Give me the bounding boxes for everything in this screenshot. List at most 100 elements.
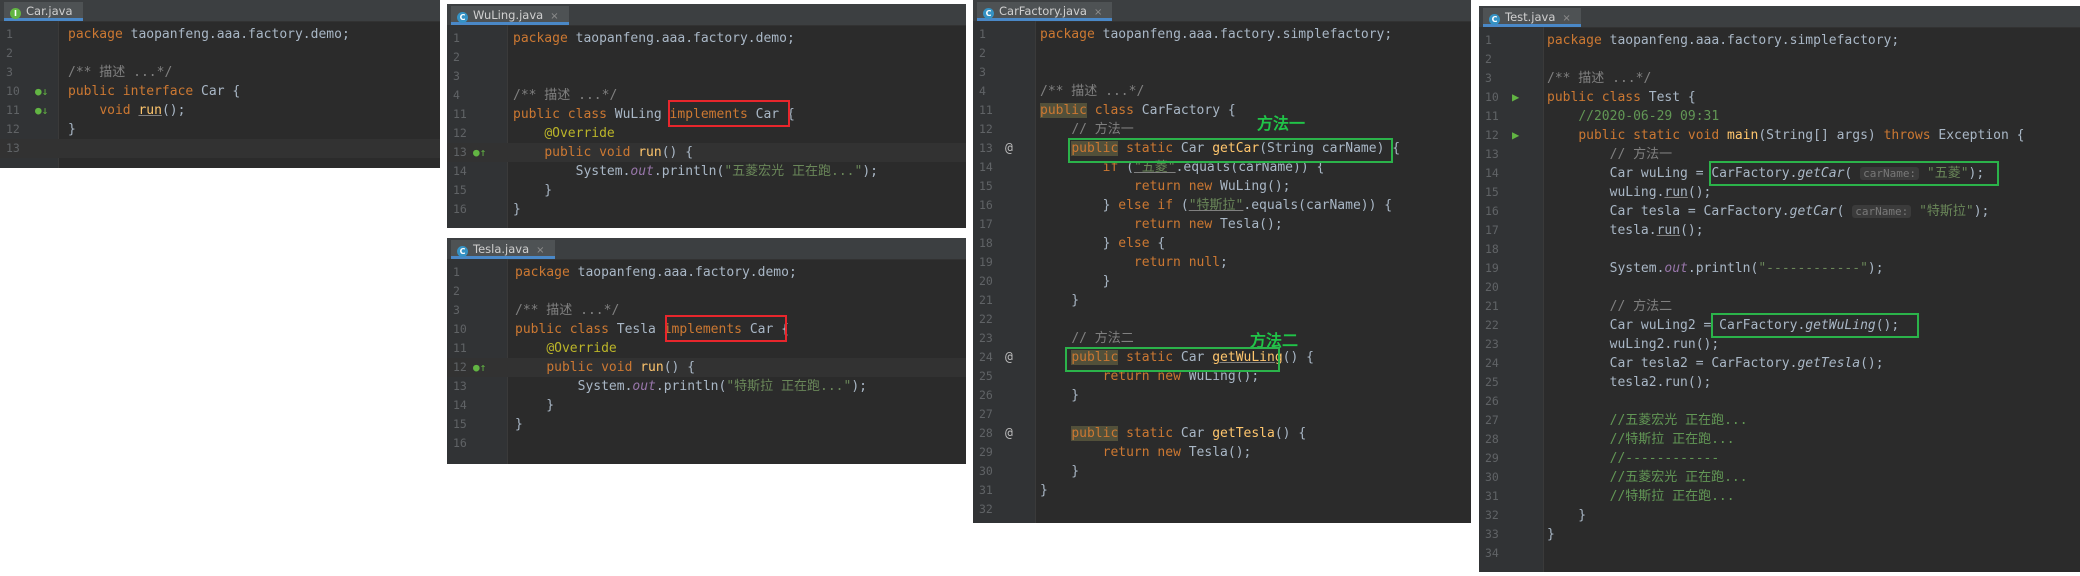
code-text[interactable]: // 方法二 <box>1547 297 1672 316</box>
code-line[interactable]: 1 package taopanfeng.aaa.factory.simplefa… <box>973 25 1471 44</box>
code-text[interactable]: public class Test { <box>1547 88 1696 107</box>
code-text[interactable]: package taopanfeng.aaa.factory.simplefac… <box>1547 31 1899 50</box>
code-line[interactable]: 15 return new WuLing(); <box>973 177 1471 196</box>
tab-test-java[interactable]: C Test.java × <box>1483 8 1581 27</box>
code-text[interactable]: // 方法一 <box>1040 120 1133 139</box>
code-text[interactable]: } <box>1040 291 1079 310</box>
code-text[interactable]: } <box>515 396 554 415</box>
code-text[interactable]: } <box>1040 386 1079 405</box>
code-line[interactable]: 12 public void run() { <box>447 358 966 377</box>
code-text[interactable]: // 方法一 <box>1547 145 1672 164</box>
code-line[interactable]: 11 void run(); <box>0 101 440 120</box>
code-text[interactable]: public static Car getCar(String carName)… <box>1040 139 1400 158</box>
code-text[interactable]: System.out.println("特斯拉 正在跑..."); <box>515 377 867 396</box>
code-text[interactable]: } <box>1547 525 1555 544</box>
code-line[interactable]: 1 package taopanfeng.aaa.factory.demo; <box>447 29 966 48</box>
code-line[interactable]: 25 tesla2.run(); <box>1479 373 2080 392</box>
code-line[interactable]: 12 @Override <box>447 124 966 143</box>
code-text[interactable]: Car wuLing2 = CarFactory.getWuLing(); <box>1547 316 1900 335</box>
code-text[interactable]: public class CarFactory { <box>1040 101 1236 120</box>
code-text[interactable]: public void run() { <box>513 143 693 162</box>
code-line[interactable]: 13 <box>0 139 440 158</box>
code-text[interactable]: return new Tesla(); <box>1040 215 1283 234</box>
code-line[interactable]: 1 package taopanfeng.aaa.factory.demo; <box>0 25 440 44</box>
code-line[interactable]: 26 } <box>973 386 1471 405</box>
code-line[interactable]: 10 public class Test { <box>1479 88 2080 107</box>
code-line[interactable]: 14 Car wuLing = CarFactory.getCar( carNa… <box>1479 164 2080 183</box>
code-line[interactable]: 2 <box>0 44 440 63</box>
code-text[interactable]: /** 描述 ...*/ <box>513 86 617 105</box>
code-line[interactable]: 29 //------------ <box>1479 449 2080 468</box>
code-line[interactable]: 11 public class CarFactory { <box>973 101 1471 120</box>
code-line[interactable]: 2 <box>447 48 966 67</box>
code-text[interactable]: //------------ <box>1547 449 1720 468</box>
code-text[interactable]: } <box>1040 481 1048 500</box>
code-text[interactable]: //五菱宏光 正在跑... <box>1547 411 1748 430</box>
code-text[interactable]: public class Tesla implements Car { <box>515 320 789 339</box>
code-line[interactable]: 18 <box>1479 240 2080 259</box>
code-line[interactable]: 14 System.out.println("五菱宏光 正在跑..."); <box>447 162 966 181</box>
code-line[interactable]: 27 <box>973 405 1471 424</box>
code-text[interactable]: } <box>513 200 521 219</box>
code-text[interactable]: return null; <box>1040 253 1228 272</box>
code-line[interactable]: 22 Car wuLing2 = CarFactory.getWuLing(); <box>1479 316 2080 335</box>
code-text[interactable]: void run(); <box>68 101 185 120</box>
code-line[interactable]: 3 /** 描述 ...*/ <box>447 301 966 320</box>
code-line[interactable]: 20 } <box>973 272 1471 291</box>
implemented-icon[interactable]: ●↓ <box>35 82 48 101</box>
code-line[interactable]: 3 /** 描述 ...*/ <box>0 63 440 82</box>
code-text[interactable]: Car tesla2 = CarFactory.getTesla(); <box>1547 354 1884 373</box>
code-line[interactable]: 18 } else { <box>973 234 1471 253</box>
code-line[interactable]: 16} <box>447 200 966 219</box>
code-line[interactable]: 23 wuLing2.run(); <box>1479 335 2080 354</box>
code-line[interactable]: 13 public static Car getCar(String carNa… <box>973 139 1471 158</box>
code-line[interactable]: 3 <box>447 67 966 86</box>
code-line[interactable]: 12 // 方法一 <box>973 120 1471 139</box>
code-line[interactable]: 19 System.out.println("------------"); <box>1479 259 2080 278</box>
code-line[interactable]: 15 wuLing.run(); <box>1479 183 2080 202</box>
code-text[interactable]: return new WuLing(); <box>1040 367 1260 386</box>
code-line[interactable]: 13 public void run() { <box>447 143 966 162</box>
code-text[interactable]: /** 描述 ...*/ <box>1547 69 1651 88</box>
tab-carfactory-java[interactable]: C CarFactory.java × <box>977 2 1113 21</box>
close-icon[interactable]: × <box>536 241 544 260</box>
code-line[interactable]: 25 return new WuLing(); <box>973 367 1471 386</box>
code-text[interactable]: } else { <box>1040 234 1166 253</box>
code-text[interactable]: System.out.println("五菱宏光 正在跑..."); <box>513 162 878 181</box>
code-line[interactable]: 12 public static void main(String[] args… <box>1479 126 2080 145</box>
code-text[interactable]: //2020-06-29 09:31 <box>1547 107 1719 126</box>
code-text[interactable]: } <box>1547 506 1586 525</box>
code-line[interactable]: 24 public static Car getWuLing() { <box>973 348 1471 367</box>
code-line[interactable]: 10 public interface Car { <box>0 82 440 101</box>
code-line[interactable]: 16 } else if ("特斯拉".equals(carName)) { <box>973 196 1471 215</box>
code-text[interactable]: public static Car getTesla() { <box>1040 424 1306 443</box>
code-line[interactable]: 33} <box>1479 525 2080 544</box>
code-text[interactable]: } <box>515 415 523 434</box>
code-text[interactable]: package taopanfeng.aaa.factory.demo; <box>68 25 350 44</box>
run-icon[interactable]: ▶ <box>1512 88 1519 107</box>
code-line[interactable]: 16 Car tesla = CarFactory.getCar( carNam… <box>1479 202 2080 221</box>
code-text[interactable]: @Override <box>515 339 616 358</box>
code-line[interactable]: 26 <box>1479 392 2080 411</box>
code-text[interactable]: public void run() { <box>515 358 695 377</box>
code-line[interactable]: 10 public class Tesla implements Car { <box>447 320 966 339</box>
code-text[interactable]: } <box>513 181 552 200</box>
code-line[interactable]: 15 } <box>447 181 966 200</box>
code-text[interactable]: // 方法二 <box>1040 329 1133 348</box>
code-line[interactable]: 11 //2020-06-29 09:31 <box>1479 107 2080 126</box>
code-line[interactable]: 21 // 方法二 <box>1479 297 2080 316</box>
code-line[interactable]: 3 <box>973 63 1471 82</box>
code-line[interactable]: 29 return new Tesla(); <box>973 443 1471 462</box>
code-text[interactable]: @Override <box>513 124 614 143</box>
override-icon[interactable]: ●↑ <box>473 143 486 162</box>
code-text[interactable]: tesla2.run(); <box>1547 373 1712 392</box>
code-text[interactable]: package taopanfeng.aaa.factory.demo; <box>515 263 797 282</box>
code-line[interactable]: 17 tesla.run(); <box>1479 221 2080 240</box>
code-line[interactable]: 13 // 方法一 <box>1479 145 2080 164</box>
code-line[interactable]: 28 //特斯拉 正在跑... <box>1479 430 2080 449</box>
code-text[interactable]: return new WuLing(); <box>1040 177 1291 196</box>
code-text[interactable]: } <box>68 120 76 139</box>
code-line[interactable]: 14 } <box>447 396 966 415</box>
code-line[interactable]: 4 /** 描述 ...*/ <box>447 86 966 105</box>
code-text[interactable]: public class WuLing implements Car { <box>513 105 795 124</box>
